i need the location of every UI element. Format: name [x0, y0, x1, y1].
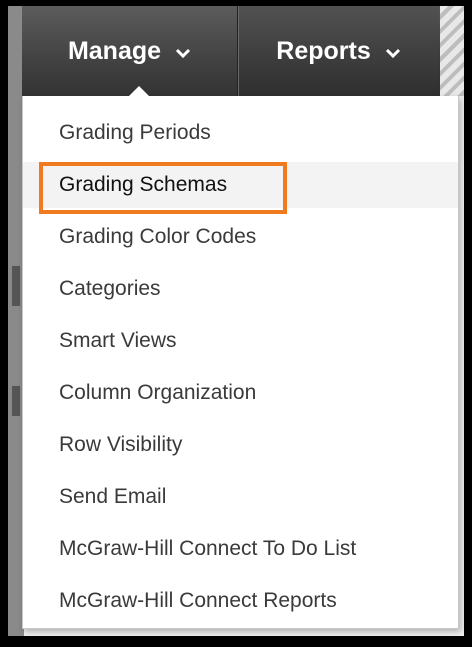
menu-item-label: Grading Periods	[59, 121, 211, 144]
navbar-overflow-edge	[440, 6, 464, 96]
manage-label: Manage	[67, 36, 162, 65]
chevron-down-icon	[385, 37, 401, 66]
menu-item-send-email[interactable]: Send Email	[23, 474, 458, 520]
menu-item-grading-periods[interactable]: Grading Periods	[23, 110, 458, 156]
menu-item-label: Categories	[59, 277, 161, 300]
menu-item-label: McGraw-Hill Connect Reports	[59, 589, 337, 612]
menu-item-label: McGraw-Hill Connect To Do List	[59, 537, 357, 560]
top-navbar: Manage Reports	[22, 6, 464, 96]
menu-item-grading-color-codes[interactable]: Grading Color Codes	[23, 214, 458, 260]
dropdown-pointer	[128, 86, 150, 97]
menu-item-label: Grading Schemas	[59, 173, 228, 196]
menu-item-categories[interactable]: Categories	[23, 266, 458, 312]
menu-item-label: Row Visibility	[59, 433, 183, 456]
reports-menu-button[interactable]: Reports	[238, 6, 438, 96]
background-mark	[12, 266, 20, 306]
menu-item-mcgraw-hill-reports[interactable]: McGraw-Hill Connect Reports	[23, 578, 458, 624]
menu-item-label: Column Organization	[59, 381, 257, 404]
menu-item-row-visibility[interactable]: Row Visibility	[23, 422, 458, 468]
menu-item-column-organization[interactable]: Column Organization	[23, 370, 458, 416]
menu-item-mcgraw-hill-todo[interactable]: McGraw-Hill Connect To Do List	[23, 526, 458, 572]
screenshot-frame: Manage Reports Grading Periods Grading S…	[8, 6, 464, 636]
menu-item-grading-schemas[interactable]: Grading Schemas	[23, 162, 458, 208]
menu-item-smart-views[interactable]: Smart Views	[23, 318, 458, 364]
background-mark	[12, 386, 20, 416]
manage-menu-button[interactable]: Manage	[22, 6, 238, 96]
reports-label: Reports	[276, 36, 371, 65]
menu-item-label: Grading Color Codes	[59, 225, 257, 248]
menu-item-label: Send Email	[59, 485, 167, 508]
menu-item-label: Smart Views	[59, 329, 177, 352]
manage-dropdown-menu: Grading Periods Grading Schemas Grading …	[22, 96, 459, 629]
chevron-down-icon	[175, 37, 191, 66]
